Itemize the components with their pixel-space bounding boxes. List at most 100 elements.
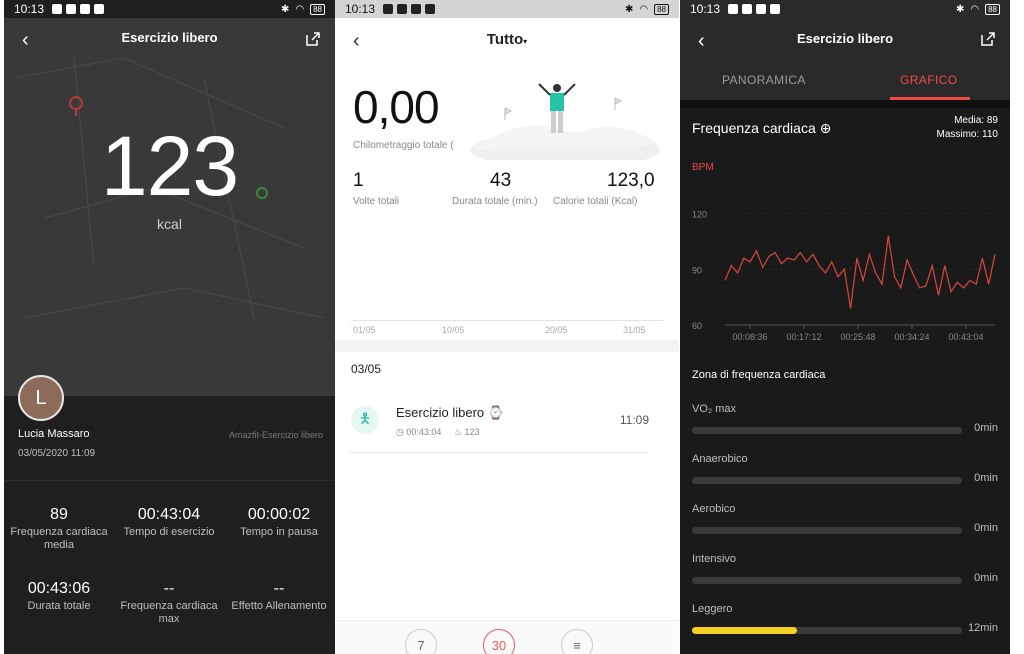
wifi-icon: ◠ — [639, 3, 649, 15]
tab-panoramica[interactable]: PANORAMICA — [722, 73, 806, 87]
x-tick-label: 00:34:24 — [894, 332, 929, 342]
clock-icon: ◷ — [396, 427, 404, 437]
battery-icon: 88 — [654, 3, 669, 15]
period-7-button[interactable]: 7 — [405, 629, 437, 654]
zone-label: Intensivo — [692, 553, 737, 565]
system-icons: ✱ ◠ 88 — [624, 3, 669, 15]
zone-row: Anaerobico 0min — [692, 453, 998, 484]
x-tick-label: 00:43:04 — [948, 332, 983, 342]
zone-progress-fill — [692, 627, 798, 634]
stat-value: 00:43:06 — [27, 580, 91, 597]
zone-label: Aerobico — [692, 503, 736, 515]
stat-pause-time: 00:00:02 Tempo in pausa — [224, 506, 334, 539]
zone-title: Zona di frequenza cardiaca — [692, 369, 826, 381]
x-tick-label: 00:25:48 — [840, 332, 875, 342]
calories-value: 123 — [100, 119, 239, 213]
stat-label: Tempo di esercizio — [123, 526, 215, 538]
stat-exercise-time: 00:43:04 Tempo di esercizio — [114, 506, 224, 539]
wifi-icon: ◠ — [970, 3, 980, 15]
zone-value: 12min — [968, 622, 998, 634]
zone-value: 0min — [974, 522, 998, 534]
zone-value: 0min — [974, 572, 998, 584]
wifi-icon: ◠ — [295, 3, 305, 15]
workout-summary-screen: 10:13 ✱ ◠ 88 ‹ Esercizio libero 123 kcal L… — [4, 0, 335, 654]
duration-value: 43 — [490, 170, 512, 191]
battery-icon: 88 — [985, 3, 1000, 15]
activity-time: 11:09 — [619, 413, 649, 427]
date-tick: 10/05 — [442, 325, 465, 335]
zone-row: VO₂ max 0min — [692, 403, 998, 434]
bluetooth-icon: ✱ — [624, 3, 634, 15]
celebration-illustration — [470, 83, 660, 160]
heart-rate-chart[interactable]: 120 90 60 00:08:36 00:17:12 00:25:48 00:34:24 0… — [680, 185, 1010, 345]
notification-icons — [52, 4, 105, 14]
zone-label: Anaerobico — [692, 453, 748, 465]
stat-total-duration: 00:43:06 Durata totale — [4, 580, 114, 613]
zone-progress-bar — [692, 627, 962, 634]
notification-icons — [383, 4, 436, 14]
activity-name: Esercizio libero ⌚ — [396, 405, 504, 420]
page-title: Esercizio libero — [121, 30, 218, 45]
workout-source: Amazfit-Esercizio libero — [228, 430, 323, 440]
status-bar: 10:13 ✱ ◠ 88 — [4, 0, 335, 18]
times-label: Volte totali — [353, 196, 400, 207]
filter-label: Tutto — [486, 31, 524, 48]
tab-grafico[interactable]: GRAFICO — [900, 73, 957, 87]
divider — [4, 480, 335, 481]
zone-progress-bar — [692, 577, 962, 584]
zone-row: Aerobico 0min — [692, 503, 998, 534]
share-icon[interactable] — [305, 31, 321, 47]
zone-progress-bar — [692, 427, 962, 434]
status-bar: 10:13 ✱ ◠ 88 — [335, 0, 679, 18]
avatar[interactable]: L — [18, 375, 64, 421]
stat-value: 89 — [50, 506, 68, 523]
stat-label: Effetto Allenamento — [231, 600, 327, 612]
battery-icon: 88 — [310, 3, 325, 15]
status-time: 10:13 — [14, 2, 45, 16]
zoom-icon[interactable]: ⊕ — [820, 120, 832, 136]
stat-label: Frequenza cardiaca max — [120, 600, 218, 625]
average-hr: Media: 89 — [954, 115, 998, 126]
total-km-label: Chilometraggio totale ( — [353, 140, 454, 151]
stat-value: 00:00:02 — [247, 506, 311, 523]
system-icons: ✱ ◠ 88 — [955, 3, 1000, 15]
calories-unit: kcal — [157, 216, 182, 232]
stat-label: Frequenza cardiaca media — [10, 526, 108, 551]
period-30-button[interactable]: 30 — [483, 629, 515, 654]
stat-label: Durata totale — [27, 600, 91, 612]
calories-value: 123,0 — [607, 170, 655, 191]
y-tick-label: 120 — [692, 210, 707, 220]
activity-list-screen: 10:13 ✱ ◠ 88 ‹ Tutto▾ 0,00 Chilometraggio … — [335, 0, 679, 654]
workout-date: 03/05/2020 11:09 — [18, 448, 96, 459]
bluetooth-icon: ✱ — [280, 3, 290, 15]
zone-value: 0min — [974, 422, 998, 434]
times-value: 1 — [353, 170, 364, 191]
bluetooth-icon: ✱ — [955, 3, 965, 15]
system-icons: ✱ ◠ 88 — [280, 3, 325, 15]
user-name: Lucia Massaro — [18, 428, 90, 440]
activity-calories: 123 — [464, 427, 480, 437]
list-menu-button[interactable]: ≡ — [561, 629, 593, 654]
activity-meta: ◷ 00:43:04 ♨ 123 — [396, 427, 480, 438]
status-time: 10:13 — [345, 2, 376, 16]
caret-down-icon: ▾ — [523, 37, 528, 46]
map-pin-start-icon — [69, 96, 83, 116]
stat-avg-heart-rate: 89 Frequenza cardiaca media — [4, 506, 114, 552]
heart-rate-summary: Media: 89 Massimo: 110 — [936, 114, 998, 142]
calories-label: Calorie totali (Kcal) — [553, 196, 638, 207]
section-divider — [335, 340, 679, 352]
share-icon[interactable] — [980, 31, 996, 47]
divider — [680, 100, 1010, 108]
period-chart-axis — [351, 320, 663, 321]
stat-value: -- — [273, 580, 285, 597]
heart-rate-chart-screen: 10:13 ✱ ◠ 88 ‹ Esercizio libero PANORAMICA… — [680, 0, 1010, 654]
zone-label: Leggero — [692, 603, 733, 615]
activity-list-item[interactable]: 🯅 Esercizio libero ⌚ ◷ 00:43:04 ♨ 123 11… — [349, 395, 649, 453]
stat-label: Tempo in pausa — [240, 526, 318, 538]
zone-label: VO₂ max — [692, 403, 736, 415]
x-tick-label: 00:17:12 — [786, 332, 821, 342]
stat-max-heart-rate: -- Frequenza cardiaca max — [114, 580, 224, 626]
max-hr: Massimo: 110 — [936, 129, 998, 140]
filter-dropdown[interactable]: Tutto▾ — [335, 31, 679, 48]
x-tick-label: 00:08:36 — [732, 332, 767, 342]
